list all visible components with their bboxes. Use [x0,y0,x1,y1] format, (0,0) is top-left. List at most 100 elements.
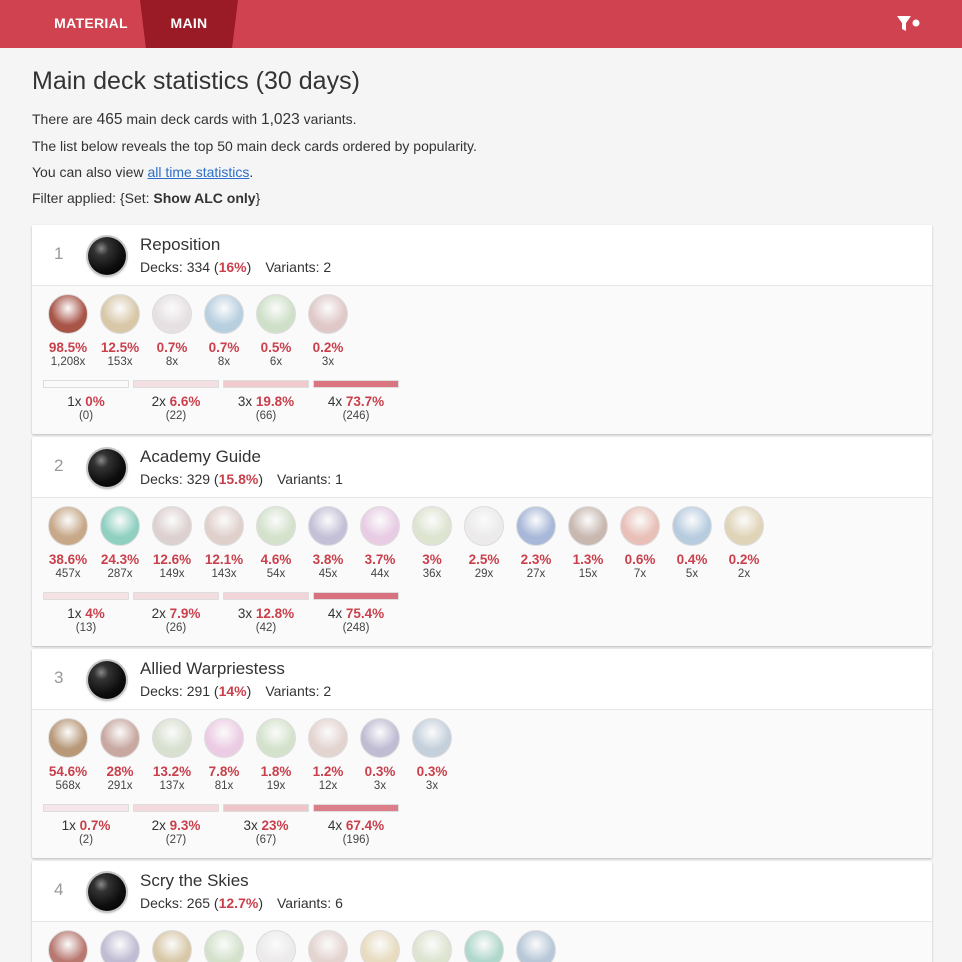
card-name[interactable]: Academy Guide [140,447,261,467]
filter-icon[interactable] [896,15,920,33]
card-image[interactable] [88,449,126,487]
leader-usage-item[interactable]: 3.7% 44x [354,506,406,581]
leader-usage-item[interactable] [198,930,250,962]
leader-avatar[interactable] [152,930,192,962]
card-image[interactable] [88,661,126,699]
card-image[interactable] [88,873,126,911]
card-header[interactable]: 4 Scry the Skies Decks: 265 (12.7%) Variant… [32,861,932,922]
leader-usage-item[interactable] [250,930,302,962]
leader-avatar[interactable] [204,506,244,546]
leader-usage-item[interactable] [406,930,458,962]
leader-avatar[interactable] [672,506,712,546]
leader-avatar[interactable] [308,930,348,962]
leader-avatar[interactable] [256,930,296,962]
leader-usage-item[interactable]: 28% 291x [94,718,146,793]
tab-material[interactable]: MATERIAL [40,0,142,48]
leader-usage-item[interactable] [510,930,562,962]
leader-avatar[interactable] [360,718,400,758]
leader-usage-item[interactable] [42,930,94,962]
leader-avatar[interactable] [412,930,452,962]
leader-avatar[interactable] [152,718,192,758]
leader-avatar[interactable] [516,930,556,962]
leader-usage-item[interactable]: 0.3% 3x [354,718,406,793]
leader-avatar[interactable] [360,930,400,962]
leader-avatar[interactable] [204,718,244,758]
leader-avatar[interactable] [308,718,348,758]
leader-avatar[interactable] [152,294,192,334]
leader-usage-item[interactable] [94,930,146,962]
card-stat-row[interactable]: 1 Reposition Decks: 334 (16%) Variants: 2 98… [32,225,932,434]
leader-avatar[interactable] [516,506,556,546]
card-stat-row[interactable]: 4 Scry the Skies Decks: 265 (12.7%) Variant… [32,861,932,962]
card-name[interactable]: Reposition [140,235,220,255]
card-name[interactable]: Allied Warpriestess [140,659,285,679]
leader-usage-item[interactable]: 38.6% 457x [42,506,94,581]
leader-avatar[interactable] [308,294,348,334]
leader-avatar[interactable] [48,930,88,962]
all-time-statistics-link[interactable]: all time statistics [147,164,249,180]
leader-usage-item[interactable] [146,930,198,962]
leader-avatar[interactable] [204,930,244,962]
card-header[interactable]: 3 Allied Warpriestess Decks: 291 (14%) Vari… [32,649,932,710]
leader-usage-item[interactable]: 3% 36x [406,506,458,581]
leader-avatar[interactable] [204,294,244,334]
leader-usage-item[interactable]: 1.3% 15x [562,506,614,581]
leader-avatar[interactable] [100,718,140,758]
variants-label: Variants: [265,259,324,275]
leader-avatar[interactable] [412,506,452,546]
leader-usage-item[interactable]: 0.5% 6x [250,294,302,369]
leader-avatar[interactable] [100,930,140,962]
card-header[interactable]: 1 Reposition Decks: 334 (16%) Variants: 2 [32,225,932,286]
leader-avatar[interactable] [256,294,296,334]
leader-usage-item[interactable]: 4.6% 54x [250,506,302,581]
leader-avatar[interactable] [412,718,452,758]
leader-avatar[interactable] [308,506,348,546]
leader-usage-item[interactable]: 0.2% 3x [302,294,354,369]
leader-avatar[interactable] [568,506,608,546]
leader-usage-item[interactable] [354,930,406,962]
leader-usage-percent: 0.7% [156,340,188,355]
leader-usage-item[interactable]: 98.5% 1,208x [42,294,94,369]
leader-usage-item[interactable]: 0.2% 2x [718,506,770,581]
card-stat-row[interactable]: 2 Academy Guide Decks: 329 (15.8%) Variants… [32,437,932,646]
leader-avatar[interactable] [724,506,764,546]
leader-usage-item[interactable]: 54.6% 568x [42,718,94,793]
card-stat-row[interactable]: 3 Allied Warpriestess Decks: 291 (14%) Vari… [32,649,932,858]
leader-usage-percent: 12.1% [204,552,244,567]
leader-avatar[interactable] [620,506,660,546]
leader-avatar[interactable] [464,930,504,962]
deck-percent: 15.8% [218,471,259,487]
card-image[interactable] [88,237,126,275]
leader-usage-item[interactable]: 12.1% 143x [198,506,250,581]
leader-usage-item[interactable]: 0.3% 3x [406,718,458,793]
leader-avatar[interactable] [48,506,88,546]
leader-usage-item[interactable]: 1.8% 19x [250,718,302,793]
leader-usage-item[interactable]: 1.2% 12x [302,718,354,793]
leader-avatar[interactable] [464,506,504,546]
leader-usage-item[interactable]: 2.5% 29x [458,506,510,581]
leader-usage-item[interactable]: 0.4% 5x [666,506,718,581]
leader-avatar[interactable] [100,294,140,334]
tab-main[interactable]: MAIN [140,0,238,48]
leader-avatar[interactable] [48,294,88,334]
leader-avatar[interactable] [256,506,296,546]
leader-avatar[interactable] [256,718,296,758]
leader-usage-item[interactable] [302,930,354,962]
card-name[interactable]: Scry the Skies [140,871,249,891]
leader-usage-item[interactable]: 13.2% 137x [146,718,198,793]
leader-avatar[interactable] [100,506,140,546]
leader-usage-item[interactable] [458,930,510,962]
leader-usage-item[interactable]: 0.7% 8x [198,294,250,369]
leader-usage-item[interactable]: 3.8% 45x [302,506,354,581]
leader-usage-item[interactable]: 12.6% 149x [146,506,198,581]
leader-usage-item[interactable]: 2.3% 27x [510,506,562,581]
leader-avatar[interactable] [152,506,192,546]
card-header[interactable]: 2 Academy Guide Decks: 329 (15.8%) Variants… [32,437,932,498]
leader-avatar[interactable] [48,718,88,758]
leader-avatar[interactable] [360,506,400,546]
leader-usage-item[interactable]: 24.3% 287x [94,506,146,581]
leader-usage-item[interactable]: 0.6% 7x [614,506,666,581]
leader-usage-item[interactable]: 0.7% 8x [146,294,198,369]
leader-usage-item[interactable]: 7.8% 81x [198,718,250,793]
leader-usage-item[interactable]: 12.5% 153x [94,294,146,369]
